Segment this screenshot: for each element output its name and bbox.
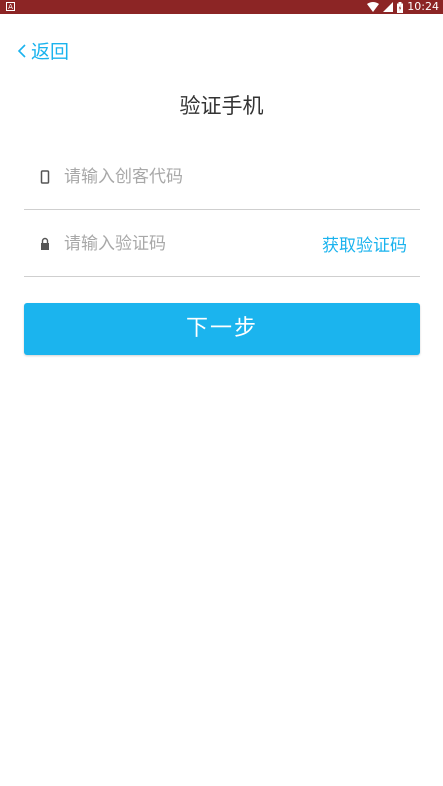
next-step-button[interactable]: 下一步 xyxy=(24,303,420,355)
status-bar: A 10:24 xyxy=(0,0,443,14)
get-code-button[interactable]: 获取验证码 xyxy=(322,231,407,256)
signal-icon xyxy=(383,2,394,12)
page-title: 验证手机 xyxy=(179,94,264,118)
status-icons: 10:24 xyxy=(367,0,439,14)
verify-field-row: 获取验证码 xyxy=(24,211,420,277)
clock: 10:24 xyxy=(407,0,439,13)
code-field-row xyxy=(24,144,420,210)
battery-icon xyxy=(397,1,404,13)
back-label: 返回 xyxy=(31,41,70,63)
verification-code-input[interactable] xyxy=(64,229,314,259)
wifi-icon xyxy=(367,2,380,12)
maker-code-input[interactable] xyxy=(64,162,314,192)
chevron-left-icon xyxy=(17,43,26,58)
lock-icon xyxy=(41,237,49,250)
back-button[interactable]: 返回 xyxy=(16,37,69,64)
phone-icon xyxy=(40,170,50,184)
app-notification-icon: A xyxy=(6,2,15,11)
